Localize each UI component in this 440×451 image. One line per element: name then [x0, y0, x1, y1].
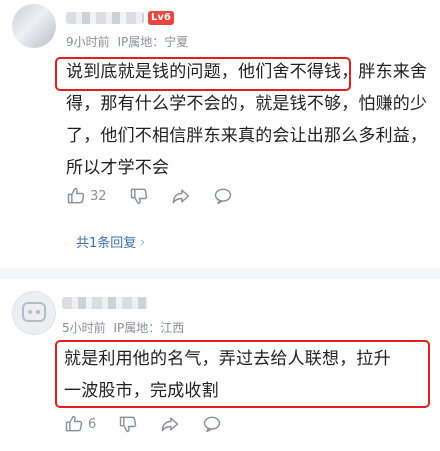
comment-text: 就是利用他的名气，弄过去给人联想，拉升一波股市，完成收割 — [64, 349, 391, 401]
comment-card: Lv6 9小时前 IP属地：宁夏 说到底就是钱的问题，他们舍不得钱，胖东来舍得，… — [0, 0, 440, 268]
action-bar: 32 — [66, 184, 255, 208]
action-bar: 6 — [64, 412, 244, 436]
comment-time: 9小时前 — [66, 35, 110, 49]
ip-location: IP属地：江西 — [113, 321, 185, 335]
thumbs-up-icon — [64, 414, 84, 434]
share-button[interactable] — [171, 186, 191, 206]
reply-button[interactable] — [202, 414, 222, 434]
avatar[interactable] — [12, 4, 56, 48]
dislike-button[interactable] — [118, 414, 138, 434]
comment-meta: 5小时前 IP属地：江西 — [62, 319, 184, 336]
reply-count-label: 共1条回复 — [76, 236, 137, 251]
comment-meta: 9小时前 IP属地：宁夏 — [66, 33, 188, 50]
comment-text: 说到底就是钱的问题，他们舍不得钱，胖东来舍得，那有什么学不会的，就是钱不够，怕赚… — [66, 62, 428, 178]
view-replies-link[interactable]: 共1条回复 › — [76, 232, 146, 252]
username-redacted[interactable] — [66, 12, 144, 24]
dislike-button[interactable] — [129, 186, 149, 206]
reply-button[interactable] — [213, 186, 233, 206]
comment-icon — [202, 414, 222, 434]
thumbs-down-icon — [118, 414, 138, 434]
thumbs-up-icon — [66, 186, 86, 206]
comment-icon — [213, 186, 233, 206]
level-badge: Lv6 — [148, 11, 174, 25]
like-button[interactable]: 6 — [64, 414, 96, 434]
share-button[interactable] — [160, 414, 180, 434]
avatar[interactable] — [12, 291, 56, 335]
share-icon — [160, 414, 180, 434]
comment-time: 5小时前 — [62, 321, 106, 335]
username-redacted[interactable] — [62, 297, 148, 309]
share-icon — [171, 186, 191, 206]
thumbs-down-icon — [129, 186, 149, 206]
like-button[interactable]: 32 — [66, 186, 107, 206]
like-count: 6 — [88, 416, 97, 432]
ip-location: IP属地：宁夏 — [117, 35, 189, 49]
like-count: 32 — [90, 188, 107, 204]
chevron-right-icon: › — [140, 234, 146, 249]
comment-card: 5小时前 IP属地：江西 就是利用他的名气，弄过去给人联想，拉升一波股市，完成收… — [0, 279, 440, 451]
comment-divider — [0, 268, 440, 279]
default-avatar-icon — [22, 302, 46, 322]
